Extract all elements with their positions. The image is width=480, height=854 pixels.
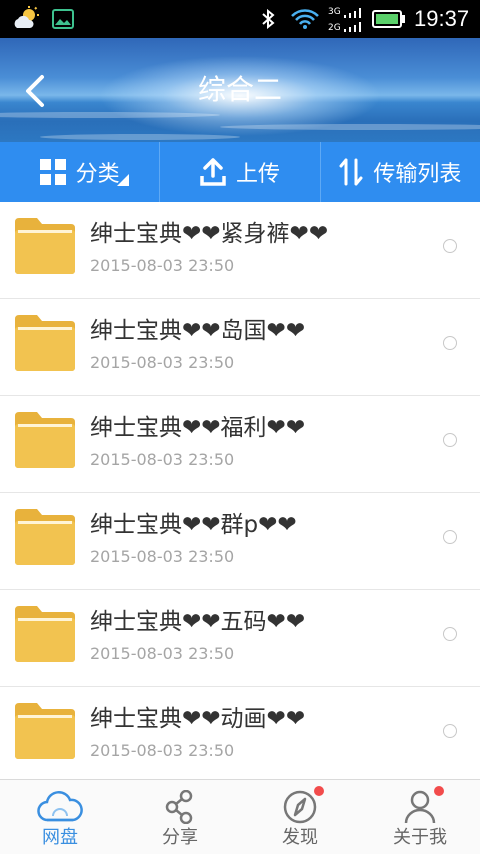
status-bar: 3G 2G 19:37 bbox=[0, 0, 480, 38]
notification-badge bbox=[314, 786, 324, 796]
folder-icon bbox=[15, 218, 75, 274]
list-item[interactable]: 绅士宝典❤❤五码❤❤ 2015-08-03 23:50 bbox=[0, 590, 480, 687]
file-date: 2015-08-03 23:50 bbox=[90, 353, 235, 372]
nav-label: 发现 bbox=[282, 827, 318, 848]
gallery-icon bbox=[52, 9, 74, 29]
file-date: 2015-08-03 23:50 bbox=[90, 644, 235, 663]
select-radio[interactable] bbox=[443, 433, 457, 447]
folder-icon bbox=[15, 412, 75, 468]
signal-icon bbox=[344, 8, 361, 18]
list-item[interactable]: 绅士宝典❤❤紧身裤❤❤ 2015-08-03 23:50 bbox=[0, 202, 480, 299]
dropdown-caret-icon bbox=[117, 174, 130, 186]
select-radio[interactable] bbox=[443, 530, 457, 544]
nav-item-discover[interactable]: 发现 bbox=[240, 780, 360, 854]
transfer-arrows-icon bbox=[339, 158, 363, 186]
bluetooth-icon bbox=[262, 9, 275, 29]
folder-icon bbox=[15, 703, 75, 759]
weather-icon bbox=[14, 6, 39, 28]
file-name: 绅士宝典❤❤紧身裤❤❤ bbox=[90, 221, 329, 247]
notification-badge bbox=[434, 786, 444, 796]
list-item[interactable]: 绅士宝典❤❤动画❤❤ 2015-08-03 23:50 bbox=[0, 687, 480, 784]
file-name: 绅士宝典❤❤福利❤❤ bbox=[90, 415, 306, 441]
file-name: 绅士宝典❤❤群p❤❤ bbox=[90, 512, 297, 538]
file-name: 绅士宝典❤❤动画❤❤ bbox=[90, 706, 306, 732]
file-date: 2015-08-03 23:50 bbox=[90, 547, 235, 566]
folder-icon bbox=[15, 315, 75, 371]
cloud-icon bbox=[37, 791, 83, 822]
select-radio[interactable] bbox=[443, 724, 457, 738]
nav-label: 关于我 bbox=[393, 827, 447, 848]
compass-icon bbox=[283, 790, 317, 824]
bottom-nav: 网盘 分享 发现 关于我 bbox=[0, 779, 480, 854]
folder-icon bbox=[15, 606, 75, 662]
toolbar: 分类 上传 传输列表 bbox=[0, 142, 480, 202]
share-icon bbox=[165, 790, 193, 824]
upload-icon bbox=[200, 158, 226, 186]
file-name: 绅士宝典❤❤岛国❤❤ bbox=[90, 318, 306, 344]
upload-button[interactable]: 上传 bbox=[159, 142, 319, 202]
nav-label: 分享 bbox=[162, 827, 198, 848]
select-radio[interactable] bbox=[443, 336, 457, 350]
file-list: 绅士宝典❤❤紧身裤❤❤ 2015-08-03 23:50 绅士宝典❤❤岛国❤❤ … bbox=[0, 202, 480, 784]
user-icon bbox=[404, 790, 436, 824]
nav-item-about-me[interactable]: 关于我 bbox=[360, 780, 480, 854]
folder-icon bbox=[15, 509, 75, 565]
wifi-icon bbox=[291, 9, 319, 29]
select-radio[interactable] bbox=[443, 627, 457, 641]
nav-item-cloud-drive[interactable]: 网盘 bbox=[0, 780, 120, 854]
nav-item-share[interactable]: 分享 bbox=[120, 780, 240, 854]
status-time: 19:37 bbox=[414, 6, 470, 31]
transfer-list-label: 传输列表 bbox=[373, 162, 462, 187]
header: 综合二 bbox=[0, 38, 480, 142]
page-title: 综合二 bbox=[197, 73, 282, 106]
file-date: 2015-08-03 23:50 bbox=[90, 741, 235, 760]
select-radio[interactable] bbox=[443, 239, 457, 253]
category-button[interactable]: 分类 bbox=[0, 142, 159, 202]
list-item[interactable]: 绅士宝典❤❤群p❤❤ 2015-08-03 23:50 bbox=[0, 493, 480, 590]
file-name: 绅士宝典❤❤五码❤❤ bbox=[90, 609, 306, 635]
grid-icon bbox=[39, 159, 66, 185]
transfer-list-button[interactable]: 传输列表 bbox=[319, 142, 480, 202]
upload-label: 上传 bbox=[235, 162, 280, 187]
file-date: 2015-08-03 23:50 bbox=[90, 450, 235, 469]
signal-icon bbox=[344, 22, 361, 32]
network-2g-label: 2G bbox=[328, 23, 341, 33]
nav-label: 网盘 bbox=[42, 827, 78, 848]
file-date: 2015-08-03 23:50 bbox=[90, 256, 235, 275]
list-item[interactable]: 绅士宝典❤❤福利❤❤ 2015-08-03 23:50 bbox=[0, 396, 480, 493]
network-3g-label: 3G bbox=[328, 7, 341, 17]
category-label: 分类 bbox=[75, 162, 120, 187]
list-item[interactable]: 绅士宝典❤❤岛国❤❤ 2015-08-03 23:50 bbox=[0, 299, 480, 396]
battery-icon bbox=[372, 10, 405, 28]
